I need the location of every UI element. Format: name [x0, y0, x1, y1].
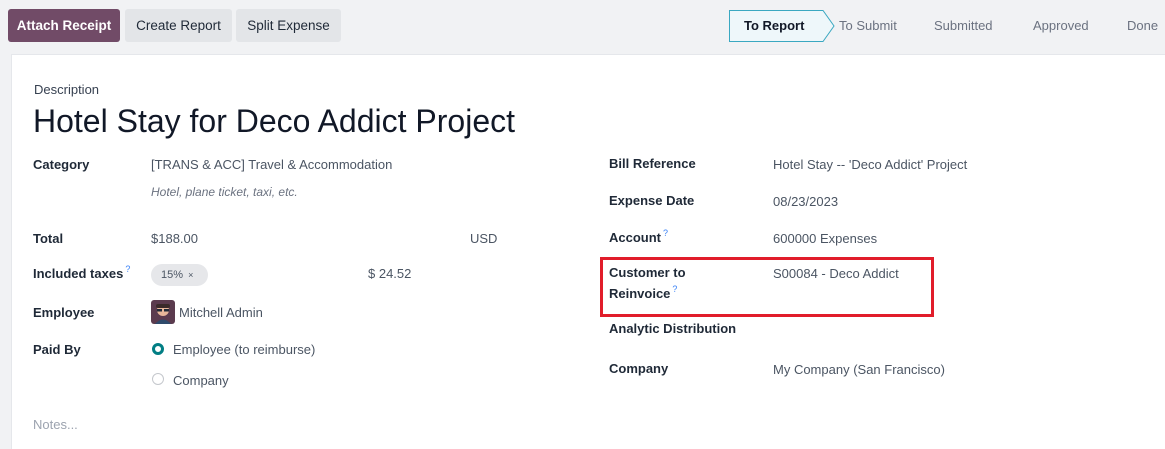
stage-done[interactable]: Done: [1127, 10, 1158, 42]
help-icon[interactable]: ?: [663, 228, 668, 238]
account-field[interactable]: 600000 Expenses: [773, 231, 877, 246]
bill-reference-label: Bill Reference: [609, 156, 696, 171]
create-report-button[interactable]: Create Report: [125, 9, 232, 42]
radio-company-label[interactable]: Company: [173, 373, 229, 388]
employee-label: Employee: [33, 305, 95, 320]
stage-approved[interactable]: Approved: [1033, 10, 1089, 42]
stage-to-submit[interactable]: To Submit: [839, 10, 897, 42]
bill-reference-field[interactable]: Hotel Stay -- 'Deco Addict' Project: [773, 157, 967, 172]
category-hint: Hotel, plane ticket, taxi, etc.: [151, 185, 298, 199]
control-panel: Attach Receipt Create Report Split Expen…: [0, 0, 1165, 48]
radio-employee[interactable]: [152, 343, 164, 355]
company-field[interactable]: My Company (San Francisco): [773, 362, 945, 377]
stage-submitted[interactable]: Submitted: [934, 10, 993, 42]
total-label: Total: [33, 231, 64, 246]
radio-company[interactable]: [152, 373, 164, 385]
currency-field[interactable]: USD: [470, 231, 497, 246]
expense-date-label: Expense Date: [609, 193, 695, 208]
tax-tag[interactable]: 15% ×: [151, 264, 208, 286]
tax-tag-label: 15%: [161, 269, 184, 281]
split-expense-button[interactable]: Split Expense: [236, 9, 341, 42]
attach-receipt-button[interactable]: Attach Receipt: [8, 9, 120, 42]
account-label: Account?: [609, 228, 668, 245]
company-label: Company: [609, 361, 669, 376]
avatar: [151, 300, 175, 324]
radio-employee-label[interactable]: Employee (to reimburse): [173, 342, 315, 357]
category-label: Category: [33, 157, 90, 172]
analytic-distribution-label: Analytic Distribution: [609, 321, 737, 336]
account-label-text: Account: [609, 230, 661, 245]
stage-to-report[interactable]: To Report: [729, 10, 820, 42]
included-taxes-label: Included taxes?: [33, 264, 130, 281]
stage-arrow-icon: [819, 10, 835, 42]
form-sheet: Description Hotel Stay for Deco Addict P…: [11, 54, 1165, 449]
total-field[interactable]: $188.00: [151, 231, 198, 246]
tag-remove-icon[interactable]: ×: [188, 270, 193, 280]
employee-field[interactable]: Mitchell Admin: [179, 305, 263, 320]
category-field[interactable]: [TRANS & ACC] Travel & Accommodation: [151, 157, 392, 172]
notes-field[interactable]: Notes...: [33, 417, 78, 432]
tax-amount: $ 24.52: [368, 266, 412, 281]
expense-date-field[interactable]: 08/23/2023: [773, 194, 838, 209]
included-taxes-label-text: Included taxes: [33, 266, 124, 281]
expense-title[interactable]: Hotel Stay for Deco Addict Project: [33, 103, 515, 140]
help-icon[interactable]: ?: [125, 264, 130, 274]
description-label: Description: [34, 82, 100, 97]
paid-by-label: Paid By: [33, 342, 81, 357]
highlight-box: [600, 257, 934, 317]
